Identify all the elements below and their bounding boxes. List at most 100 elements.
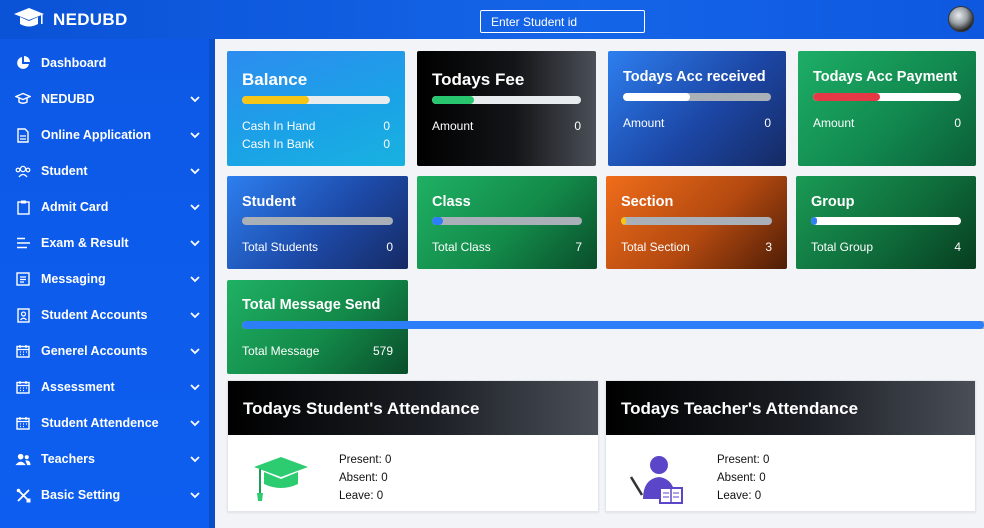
card-row-value: 0 bbox=[574, 119, 581, 133]
sidebar-item-exam-result[interactable]: Exam & Result bbox=[0, 225, 209, 261]
card-row-value: 0 bbox=[386, 240, 393, 254]
sidebar-item-label: Student Accounts bbox=[41, 308, 148, 322]
card-row-value: 4 bbox=[954, 240, 961, 254]
chevron-down-icon bbox=[190, 420, 200, 427]
sidebar-item-teachers[interactable]: Teachers bbox=[0, 441, 209, 477]
user-avatar[interactable] bbox=[948, 6, 974, 32]
sidebar-item-nedubd[interactable]: NEDUBD bbox=[0, 81, 209, 117]
sidebar-item-dashboard[interactable]: Dashboard bbox=[0, 45, 209, 81]
sidebar-item-admit-card[interactable]: Admit Card bbox=[0, 189, 209, 225]
teacher-icon bbox=[629, 456, 683, 504]
sidebar-item-label: Exam & Result bbox=[41, 236, 129, 250]
sidebar-item-label: NEDUBD bbox=[41, 92, 95, 106]
card-row-label: Amount bbox=[813, 116, 855, 130]
card-title: Class bbox=[432, 194, 471, 210]
panel-title: Todays Teacher's Attendance bbox=[606, 381, 975, 435]
todays-acc-payment-card[interactable]: Todays Acc Payment Amount 0 bbox=[798, 51, 976, 166]
sidebar-item-generel-accounts[interactable]: Generel Accounts bbox=[0, 333, 209, 369]
card-row-value: 0 bbox=[954, 116, 961, 130]
total-message-send-card[interactable]: Total Message Send Total Message 579 bbox=[227, 280, 984, 374]
card-row-label: Cash In Hand bbox=[242, 119, 316, 133]
chevron-down-icon bbox=[190, 348, 200, 355]
progress-fill bbox=[623, 93, 690, 101]
sidebar-item-label: Generel Accounts bbox=[41, 344, 148, 358]
sidebar-item-label: Assessment bbox=[41, 380, 115, 394]
balance-card[interactable]: Balance Cash In Hand 0 Cash In Bank 0 bbox=[227, 51, 405, 166]
pie-chart-icon bbox=[15, 55, 31, 71]
sidebar-item-assessment[interactable]: Assessment bbox=[0, 369, 209, 405]
chevron-down-icon bbox=[190, 492, 200, 499]
chevron-down-icon bbox=[190, 132, 200, 139]
sidebar: Dashboard NEDUBD Online Application Stud… bbox=[0, 39, 215, 528]
progress-fill bbox=[811, 217, 817, 225]
card-title: Student bbox=[242, 194, 296, 210]
sidebar-item-messaging[interactable]: Messaging bbox=[0, 261, 209, 297]
sidebar-item-basic-setting[interactable]: Basic Setting bbox=[0, 477, 209, 513]
class-card[interactable]: Class Total Class 7 bbox=[417, 176, 597, 269]
chevron-down-icon bbox=[190, 456, 200, 463]
card-title: Todays Acc Payment bbox=[813, 69, 958, 85]
student-card[interactable]: Student Total Students 0 bbox=[227, 176, 408, 269]
present-count: Present: 0 bbox=[717, 454, 770, 466]
card-row-value: 579 bbox=[372, 344, 393, 358]
card-row-label: Total Message bbox=[242, 344, 320, 358]
top-bar: NEDUBD bbox=[0, 0, 984, 39]
card-row-value: 0 bbox=[383, 137, 390, 151]
card-row-label: Total Class bbox=[432, 240, 491, 254]
sidebar-item-label: Student bbox=[41, 164, 88, 178]
chevron-down-icon bbox=[190, 384, 200, 391]
brand-name[interactable]: NEDUBD bbox=[53, 10, 128, 30]
tools-icon bbox=[15, 487, 31, 503]
chevron-down-icon bbox=[190, 96, 200, 103]
chevron-down-icon bbox=[190, 276, 200, 283]
sidebar-item-label: Messaging bbox=[41, 272, 106, 286]
section-progress-bar bbox=[621, 217, 772, 225]
card-row-label: Total Group bbox=[811, 240, 874, 254]
sidebar-item-online-application[interactable]: Online Application bbox=[0, 117, 209, 153]
card-title: Section bbox=[621, 194, 674, 210]
leave-count: Leave: 0 bbox=[717, 490, 762, 502]
sidebar-item-label: Teachers bbox=[41, 452, 95, 466]
absent-count: Absent: 0 bbox=[339, 472, 388, 484]
student-id-search-input[interactable] bbox=[480, 10, 645, 33]
chevron-down-icon bbox=[190, 204, 200, 211]
student-progress-bar bbox=[242, 217, 393, 225]
card-row-label: Cash In Bank bbox=[242, 137, 315, 151]
card-title: Todays Acc received bbox=[623, 69, 766, 85]
sidebar-item-label: Admit Card bbox=[41, 200, 109, 214]
class-progress-bar bbox=[432, 217, 582, 225]
student-attendance-panel: Todays Student's Attendance Present: 0 A… bbox=[227, 380, 599, 512]
list-icon bbox=[15, 235, 31, 251]
present-count: Present: 0 bbox=[339, 454, 392, 466]
card-row-label: Total Students bbox=[242, 240, 319, 254]
document-icon bbox=[15, 127, 31, 143]
calendar-icon bbox=[15, 343, 31, 359]
todays-acc-received-card[interactable]: Todays Acc received Amount 0 bbox=[608, 51, 786, 166]
graduation-cap-logo-icon[interactable] bbox=[13, 6, 45, 32]
panel-title: Todays Student's Attendance bbox=[228, 381, 598, 435]
section-card[interactable]: Section Total Section 3 bbox=[606, 176, 787, 269]
chevron-down-icon bbox=[190, 240, 200, 247]
progress-fill bbox=[621, 217, 626, 225]
leave-count: Leave: 0 bbox=[339, 490, 384, 502]
users-icon bbox=[15, 163, 31, 179]
graduation-cap-icon bbox=[254, 457, 308, 501]
users-icon bbox=[15, 451, 31, 467]
sidebar-item-label: Student Attendence bbox=[41, 416, 159, 430]
acc-payment-progress-bar bbox=[813, 93, 961, 101]
calendar-icon bbox=[15, 415, 31, 431]
message-progress-bar bbox=[242, 321, 984, 329]
chevron-down-icon bbox=[190, 168, 200, 175]
todays-fee-progress-bar bbox=[432, 96, 581, 104]
progress-fill bbox=[813, 93, 880, 101]
sidebar-item-label: Dashboard bbox=[41, 56, 107, 70]
clipboard-icon bbox=[15, 199, 31, 215]
todays-fee-card[interactable]: Todays Fee Amount 0 bbox=[417, 51, 596, 166]
sidebar-item-student-accounts[interactable]: Student Accounts bbox=[0, 297, 209, 333]
sidebar-item-student-attendence[interactable]: Student Attendence bbox=[0, 405, 209, 441]
sidebar-item-student[interactable]: Student bbox=[0, 153, 209, 189]
absent-count: Absent: 0 bbox=[717, 472, 766, 484]
card-row-label: Amount bbox=[432, 119, 474, 133]
group-card[interactable]: Group Total Group 4 bbox=[796, 176, 976, 269]
sidebar-item-label: Basic Setting bbox=[41, 488, 121, 502]
